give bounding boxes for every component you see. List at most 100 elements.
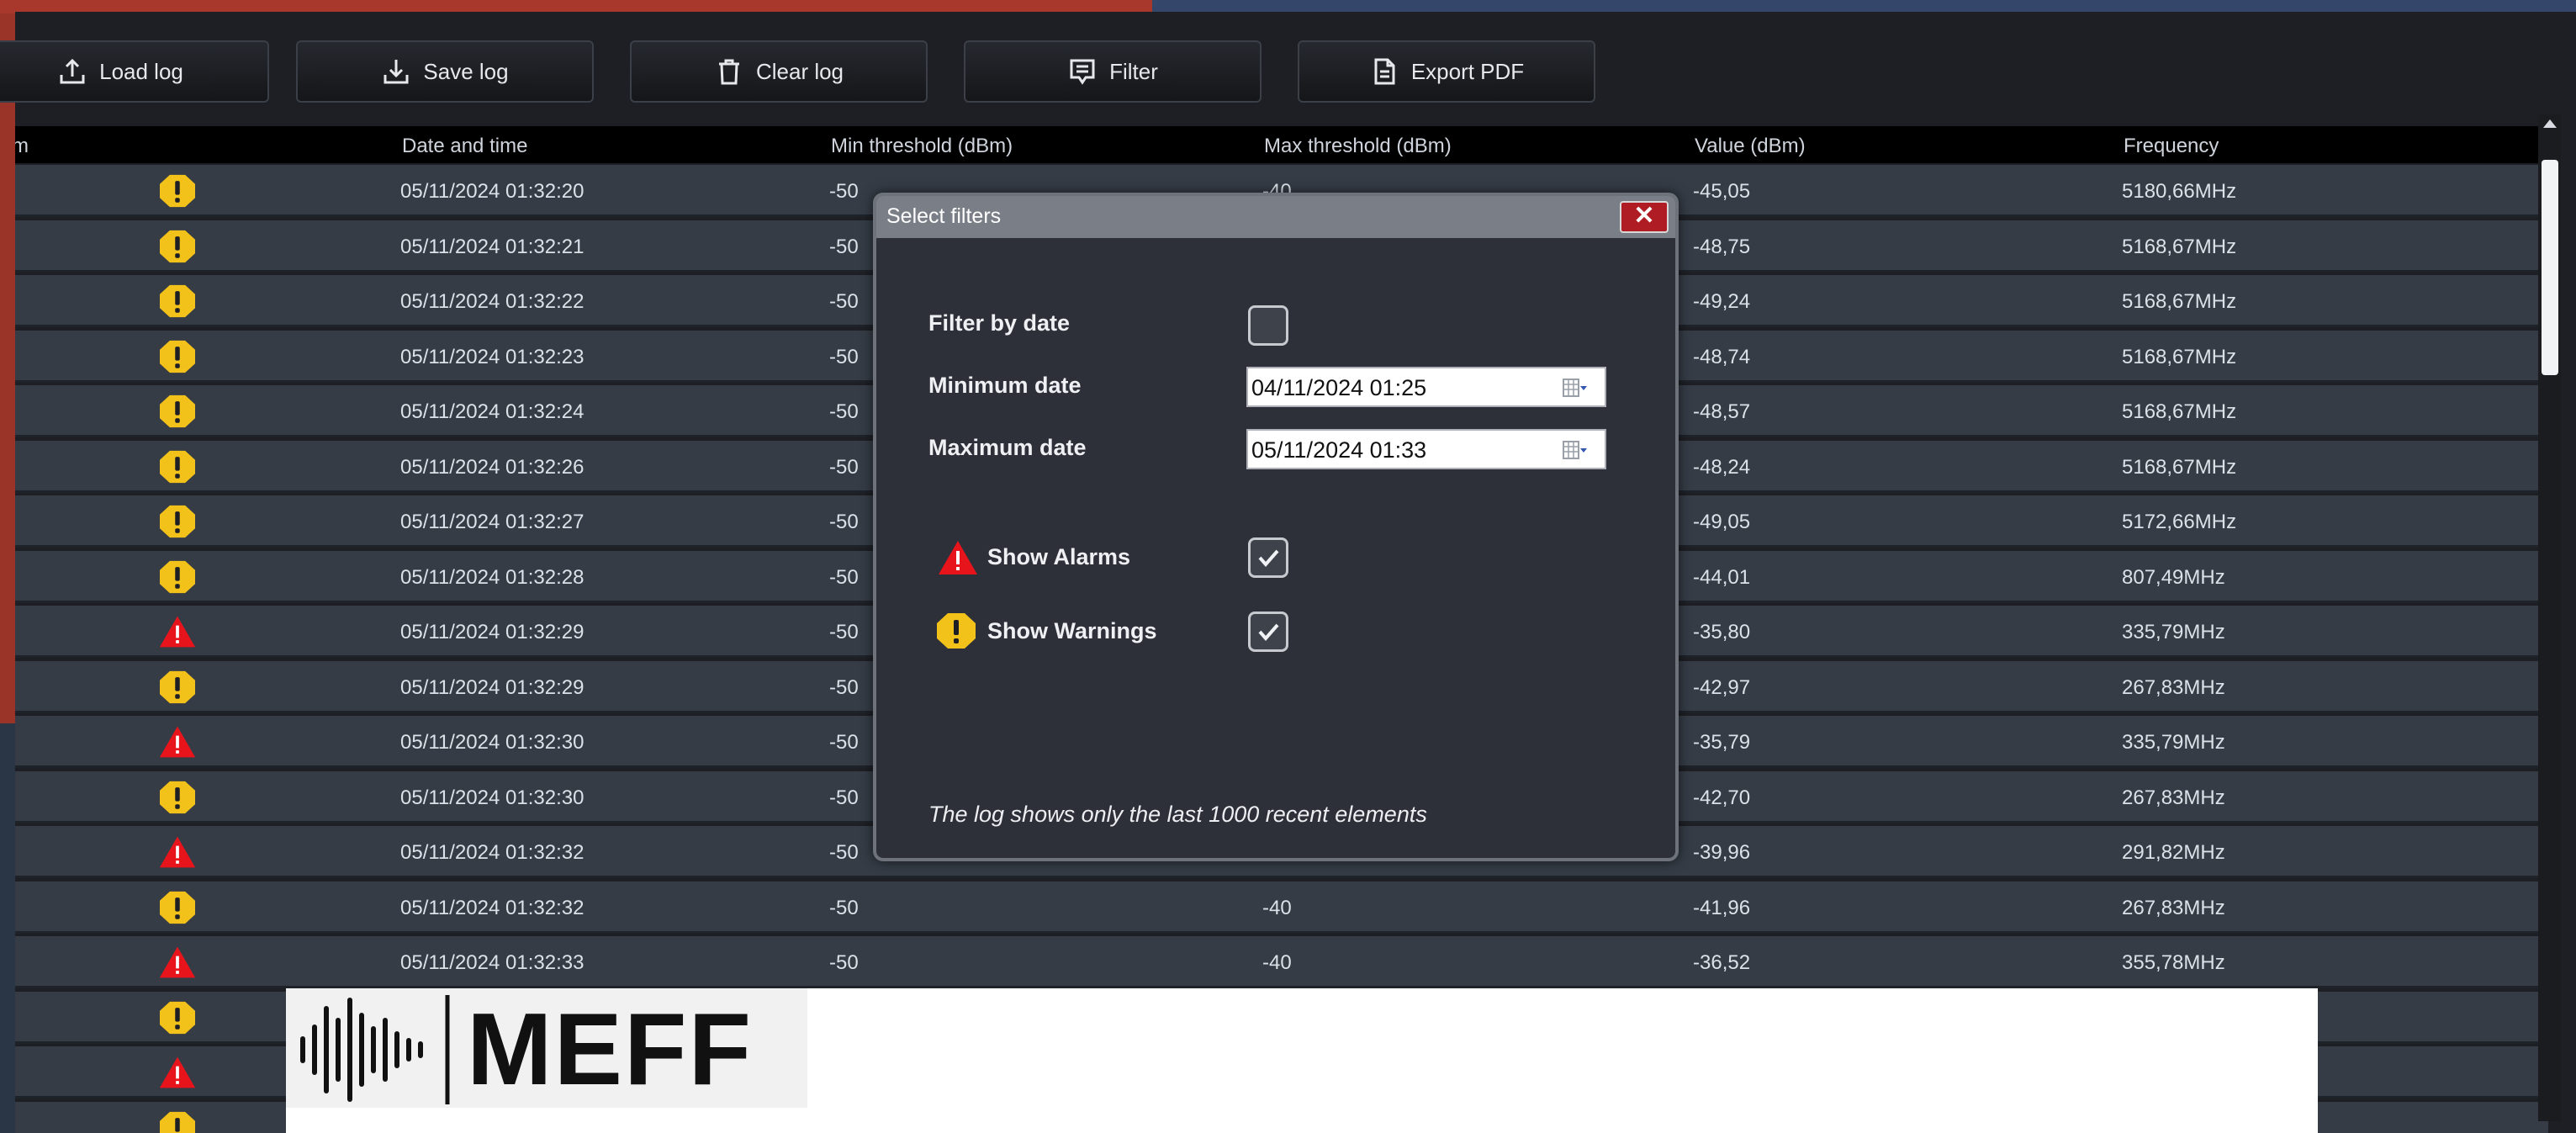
dialog-title-text: Select filters [886, 204, 1002, 228]
table-row[interactable]: 05/11/2024 01:32:32 -50 -40 -41,96 267,83MHz [15, 881, 2548, 934]
cell-frequency: 335,79MHz [2122, 731, 2225, 754]
filter-button[interactable]: Filter [964, 40, 1262, 103]
minimum-date-value: 04/11/2024 01:25 [1251, 375, 1427, 400]
filter-by-date-label: Filter by date [928, 310, 1071, 336]
cell-datetime: 05/11/2024 01:32:33 [400, 951, 584, 974]
cell-datetime: 05/11/2024 01:32:20 [400, 180, 584, 203]
filter-list-icon [1070, 59, 1095, 85]
minimum-date-picker[interactable]: 04/11/2024 01:25 [1246, 367, 1606, 407]
maximum-date-value: 05/11/2024 01:33 [1251, 437, 1427, 463]
show-warnings-checkbox[interactable] [1248, 612, 1288, 652]
column-header-max-threshold[interactable]: Max threshold (dBm) [1264, 135, 1452, 158]
cell-value: -35,79 [1693, 731, 1751, 754]
show-alarms-label: Show Alarms [987, 544, 1131, 569]
warning-octagon-icon [158, 890, 197, 925]
cell-frequency: 267,83MHz [2122, 786, 2225, 809]
export-pdf-button[interactable]: Export PDF [1298, 40, 1595, 103]
checkmark-icon [1258, 549, 1279, 568]
download-icon [383, 60, 409, 84]
cell-value: -39,96 [1693, 841, 1751, 864]
cell-datetime: 05/11/2024 01:32:22 [400, 290, 584, 313]
calendar-dropdown-icon[interactable] [1563, 377, 1588, 400]
cell-value: -49,05 [1693, 511, 1751, 533]
column-header-datetime[interactable]: Date and time [402, 135, 527, 158]
cell-frequency: 355,78MHz [2122, 951, 2225, 974]
cell-value: -48,57 [1693, 400, 1751, 423]
load-log-button[interactable]: Load log [0, 40, 269, 103]
cell-frequency: 5168,67MHz [2122, 235, 2237, 258]
toolbar: Load log Save log Clear log Filter Expor… [0, 29, 2576, 104]
cell-value: -41,96 [1693, 896, 1751, 919]
close-button[interactable]: ✕ [1620, 201, 1669, 233]
cell-datetime: 05/11/2024 01:32:32 [400, 841, 584, 864]
minimum-date-label: Minimum date [928, 373, 1082, 398]
cell-datetime: 05/11/2024 01:32:23 [400, 345, 584, 368]
cell-frequency: 5168,67MHz [2122, 400, 2237, 423]
cell-frequency: 5168,67MHz [2122, 345, 2237, 368]
column-header-min-threshold[interactable]: Min threshold (dBm) [831, 135, 1013, 158]
cell-frequency: 5180,66MHz [2122, 180, 2237, 203]
cell-min-threshold: -50 [829, 621, 859, 643]
scroll-up-arrow[interactable] [2543, 119, 2557, 128]
cell-datetime: 05/11/2024 01:32:30 [400, 731, 584, 754]
cell-datetime: 05/11/2024 01:32:26 [400, 455, 584, 479]
warning-octagon-icon [158, 449, 197, 484]
cell-min-threshold: -50 [829, 841, 859, 864]
select-filters-dialog: Select filters ✕ Filter by date Minimum … [873, 193, 1679, 861]
cell-datetime: 05/11/2024 01:32:27 [400, 511, 584, 533]
alarm-triangle-icon [158, 614, 197, 649]
cell-max-threshold: -40 [1262, 951, 1292, 974]
maximum-date-picker[interactable]: 05/11/2024 01:33 [1246, 429, 1606, 469]
cell-min-threshold: -50 [829, 400, 859, 423]
scrollbar-thumb[interactable] [2542, 160, 2558, 375]
meff-logo-banner: MEFF [286, 988, 2318, 1133]
cell-value: -49,24 [1693, 290, 1751, 313]
save-log-button[interactable]: Save log [296, 40, 594, 103]
warning-octagon-icon [937, 613, 976, 649]
column-header-value[interactable]: Value (dBm) [1695, 135, 1806, 158]
alarm-triangle-icon [158, 834, 197, 870]
show-alarms-checkbox[interactable] [1248, 537, 1288, 578]
cell-min-threshold: -50 [829, 565, 859, 589]
warning-octagon-icon [158, 780, 197, 815]
cell-value: -48,24 [1693, 455, 1751, 479]
filter-by-date-checkbox[interactable] [1248, 305, 1288, 346]
column-header-frequency[interactable]: Frequency [2124, 135, 2219, 158]
clear-log-button[interactable]: Clear log [630, 40, 928, 103]
cell-max-threshold: -40 [1262, 896, 1292, 919]
clear-log-label: Clear log [755, 58, 844, 84]
warning-octagon-icon [158, 504, 197, 539]
cell-datetime: 05/11/2024 01:32:32 [400, 896, 584, 919]
maximum-date-label: Maximum date [928, 435, 1087, 460]
cell-frequency: 267,83MHz [2122, 675, 2225, 699]
cell-min-threshold: -50 [829, 896, 859, 919]
sound-wave-icon [300, 995, 450, 1104]
cell-value: -44,01 [1693, 565, 1751, 589]
logo-wordmark: MEFF [467, 992, 754, 1106]
cell-frequency: 5168,67MHz [2122, 455, 2237, 479]
table-header: m Date and time Min threshold (dBm) Max … [15, 126, 2548, 163]
cell-value: -42,97 [1693, 675, 1751, 699]
cell-min-threshold: -50 [829, 731, 859, 754]
warning-octagon-icon [158, 559, 197, 595]
close-icon: ✕ [1633, 202, 1655, 230]
cell-min-threshold: -50 [829, 290, 859, 313]
warning-octagon-icon [158, 1000, 197, 1035]
upload-icon [60, 58, 85, 84]
export-pdf-label: Export PDF [1410, 58, 1525, 84]
cell-min-threshold: -50 [829, 675, 859, 699]
cell-min-threshold: -50 [829, 180, 859, 203]
calendar-dropdown-icon[interactable] [1563, 439, 1588, 463]
load-log-label: Load log [99, 58, 183, 84]
table-row[interactable]: 05/11/2024 01:32:33 -50 -40 -36,52 355,78MHz [15, 936, 2548, 988]
cell-value: -48,75 [1693, 235, 1751, 258]
cell-min-threshold: -50 [829, 345, 859, 368]
filter-label: Filter [1109, 58, 1158, 84]
cell-datetime: 05/11/2024 01:32:29 [400, 675, 584, 699]
cell-value: -36,52 [1693, 951, 1751, 974]
log-limit-note: The log shows only the last 1000 recent … [928, 802, 1427, 827]
cell-value: -35,80 [1693, 621, 1751, 643]
column-header-type[interactable]: m [15, 135, 29, 158]
warning-octagon-icon [158, 173, 197, 209]
alarm-triangle-icon [158, 724, 197, 760]
